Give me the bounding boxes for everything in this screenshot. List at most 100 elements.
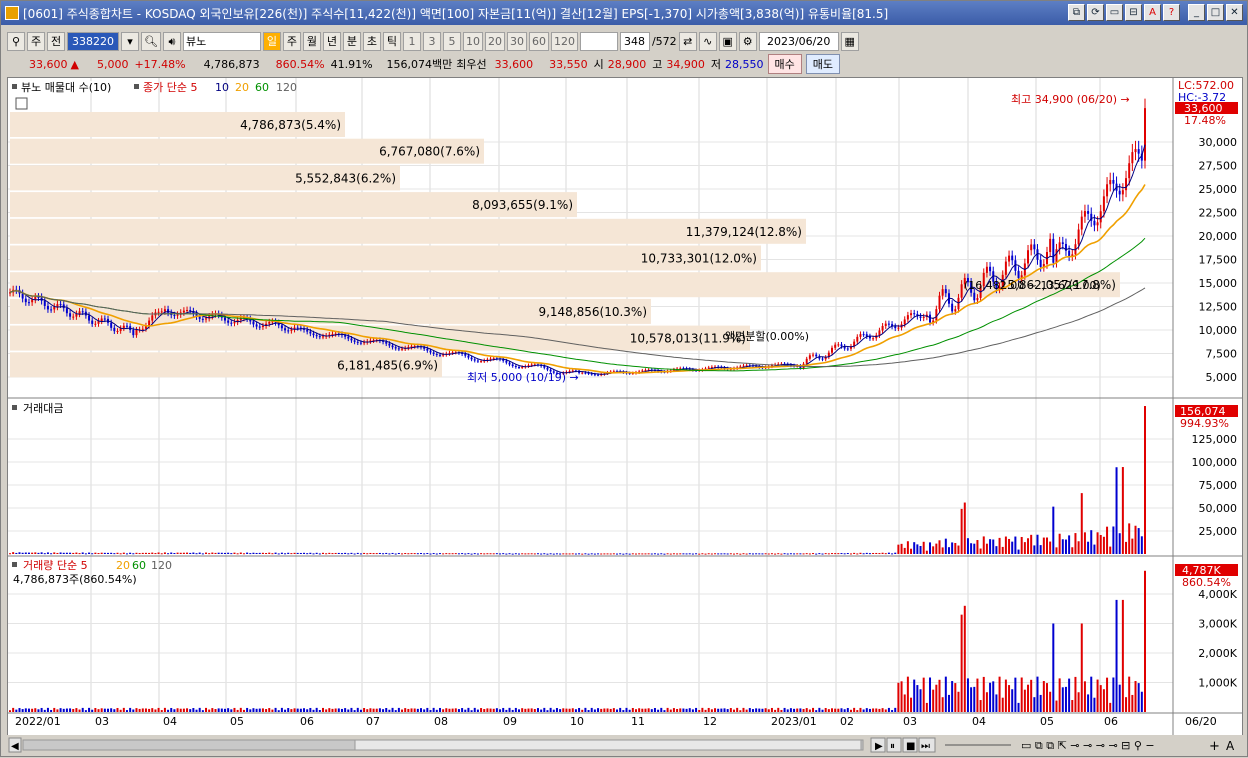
volume-bar [353, 710, 356, 712]
close-button[interactable]: ✕ [1226, 4, 1243, 21]
chart-area[interactable]: 4,786,873(5.4%) 6,767,080(7.6%) 5,552,843(… [7, 77, 1243, 737]
candle-body [391, 345, 394, 348]
interval-120[interactable]: 120 [550, 31, 578, 51]
volume-bar [217, 708, 220, 712]
amount-bar [252, 552, 255, 554]
interval-20[interactable]: 20 [484, 31, 505, 51]
calendar-icon[interactable]: ▦ [840, 31, 859, 51]
volume-bar [1077, 692, 1080, 712]
grid-icon[interactable] [15, 97, 28, 110]
volume-ratio: 860.54% [275, 57, 325, 71]
volume-bar [906, 676, 909, 712]
amount-bar [151, 552, 154, 554]
stock-chart[interactable]: 4,786,873(5.4%) 6,767,080(7.6%) 5,552,843(… [8, 78, 1242, 736]
search-icon[interactable]: 🔍︎ [141, 31, 161, 51]
amount-bar [274, 552, 277, 554]
prev-button[interactable]: 전 [47, 31, 65, 51]
code-input[interactable]: 338220 [67, 31, 119, 51]
volume-bar [812, 707, 815, 712]
text-icon[interactable]: A [1226, 739, 1235, 753]
window-icon[interactable]: ▭ [1106, 4, 1123, 21]
amount-bar [65, 552, 68, 554]
amount-bar [1096, 532, 1099, 554]
dropdown-icon[interactable]: ▾ [121, 31, 139, 51]
volume-bar [770, 707, 773, 712]
interval-input[interactable] [579, 31, 618, 51]
zoom-in-icon[interactable]: + [1209, 739, 1220, 754]
interval-10[interactable]: 10 [462, 31, 483, 51]
period-month[interactable]: 월 [302, 31, 321, 51]
amount-bar [910, 548, 913, 554]
volume-bar [666, 707, 669, 712]
price-tick-label: 25,000 [1199, 183, 1238, 196]
candle-body [812, 354, 815, 356]
interval-30[interactable]: 30 [506, 31, 527, 51]
volume-bar [634, 709, 637, 712]
date-input[interactable]: 2023/06/20 [758, 31, 839, 51]
volume-bar [27, 708, 30, 712]
amount-bar [979, 548, 982, 554]
volume-bar [701, 707, 704, 712]
period-second[interactable]: 초 [362, 31, 381, 51]
amount-bar [239, 552, 242, 554]
help-icon[interactable]: ? [1163, 4, 1180, 21]
compare-icon[interactable]: ∿ [698, 31, 717, 51]
amount-bar [296, 552, 299, 554]
split-icon[interactable]: ⊟ [1125, 4, 1142, 21]
maximize-button[interactable]: □ [1207, 4, 1224, 21]
amount-bar [992, 539, 995, 554]
price-legend-ma: 종가 단순 5 [143, 81, 197, 94]
amount-bar [612, 553, 615, 555]
x-tick-label: 12 [703, 715, 717, 728]
candle-body [280, 325, 283, 329]
count-input[interactable]: 348 [619, 31, 650, 51]
volume-bar [723, 708, 726, 712]
period-minute[interactable]: 분 [342, 31, 361, 51]
volume-bar [982, 676, 985, 712]
market-select[interactable]: 주 [27, 31, 45, 51]
period-tick[interactable]: 틱 [382, 31, 401, 51]
interval-3[interactable]: 3 [422, 31, 441, 51]
interval-5[interactable]: 5 [442, 31, 461, 51]
interval-60[interactable]: 60 [528, 31, 549, 51]
speaker-icon[interactable]: 🔊︎ [162, 31, 181, 51]
price-tick-label: 12,500 [1199, 301, 1238, 314]
period-day[interactable]: 일 [262, 31, 281, 51]
volume-bar [1071, 700, 1074, 712]
period-year[interactable]: 년 [322, 31, 341, 51]
candle-body [530, 364, 533, 366]
candle-body [976, 297, 979, 301]
amount-bar [1020, 536, 1023, 554]
refresh-icon[interactable]: ⟳ [1087, 4, 1104, 21]
volume-bar [767, 709, 770, 712]
sell-button[interactable]: 매도 [805, 54, 841, 74]
volume-bar [628, 709, 631, 712]
scroll-icon[interactable]: ⇄ [678, 31, 697, 51]
volume-bar [287, 708, 290, 712]
layout-icon[interactable]: ▭ ⧉ ⧉ ⇱ ⊸ ⊸ ⊸ ⊸ ⊟ ⚲ − [1021, 739, 1155, 752]
x-tick-label: 2023/01 [771, 715, 817, 728]
stock-name-field[interactable]: 뷰노 [182, 31, 261, 51]
candle-body [872, 338, 875, 340]
buy-button[interactable]: 매수 [767, 54, 802, 74]
pin-icon[interactable]: ⚲ [7, 31, 25, 51]
interval-1[interactable]: 1 [402, 31, 421, 51]
save-icon[interactable]: ▣ [718, 31, 737, 51]
settings-icon[interactable]: ⚙ [738, 31, 757, 51]
volume-bar [334, 708, 337, 712]
volume-bar [385, 707, 388, 712]
scroll-thumb[interactable] [354, 739, 862, 751]
volume-bar [1004, 679, 1007, 712]
volume-bar [451, 708, 454, 712]
volume-bar [116, 707, 119, 712]
period-week[interactable]: 주 [282, 31, 301, 51]
candle-body [546, 367, 549, 370]
volume-bar [163, 707, 166, 712]
link-icon[interactable]: ⧉ [1068, 4, 1085, 21]
price-tick-label: 5,000 [1206, 371, 1238, 384]
volume-bar [318, 710, 321, 712]
volume-bar [938, 679, 941, 712]
minimize-button[interactable]: _ [1188, 4, 1205, 21]
amount-bar [938, 540, 941, 554]
font-icon[interactable]: A [1144, 4, 1161, 21]
